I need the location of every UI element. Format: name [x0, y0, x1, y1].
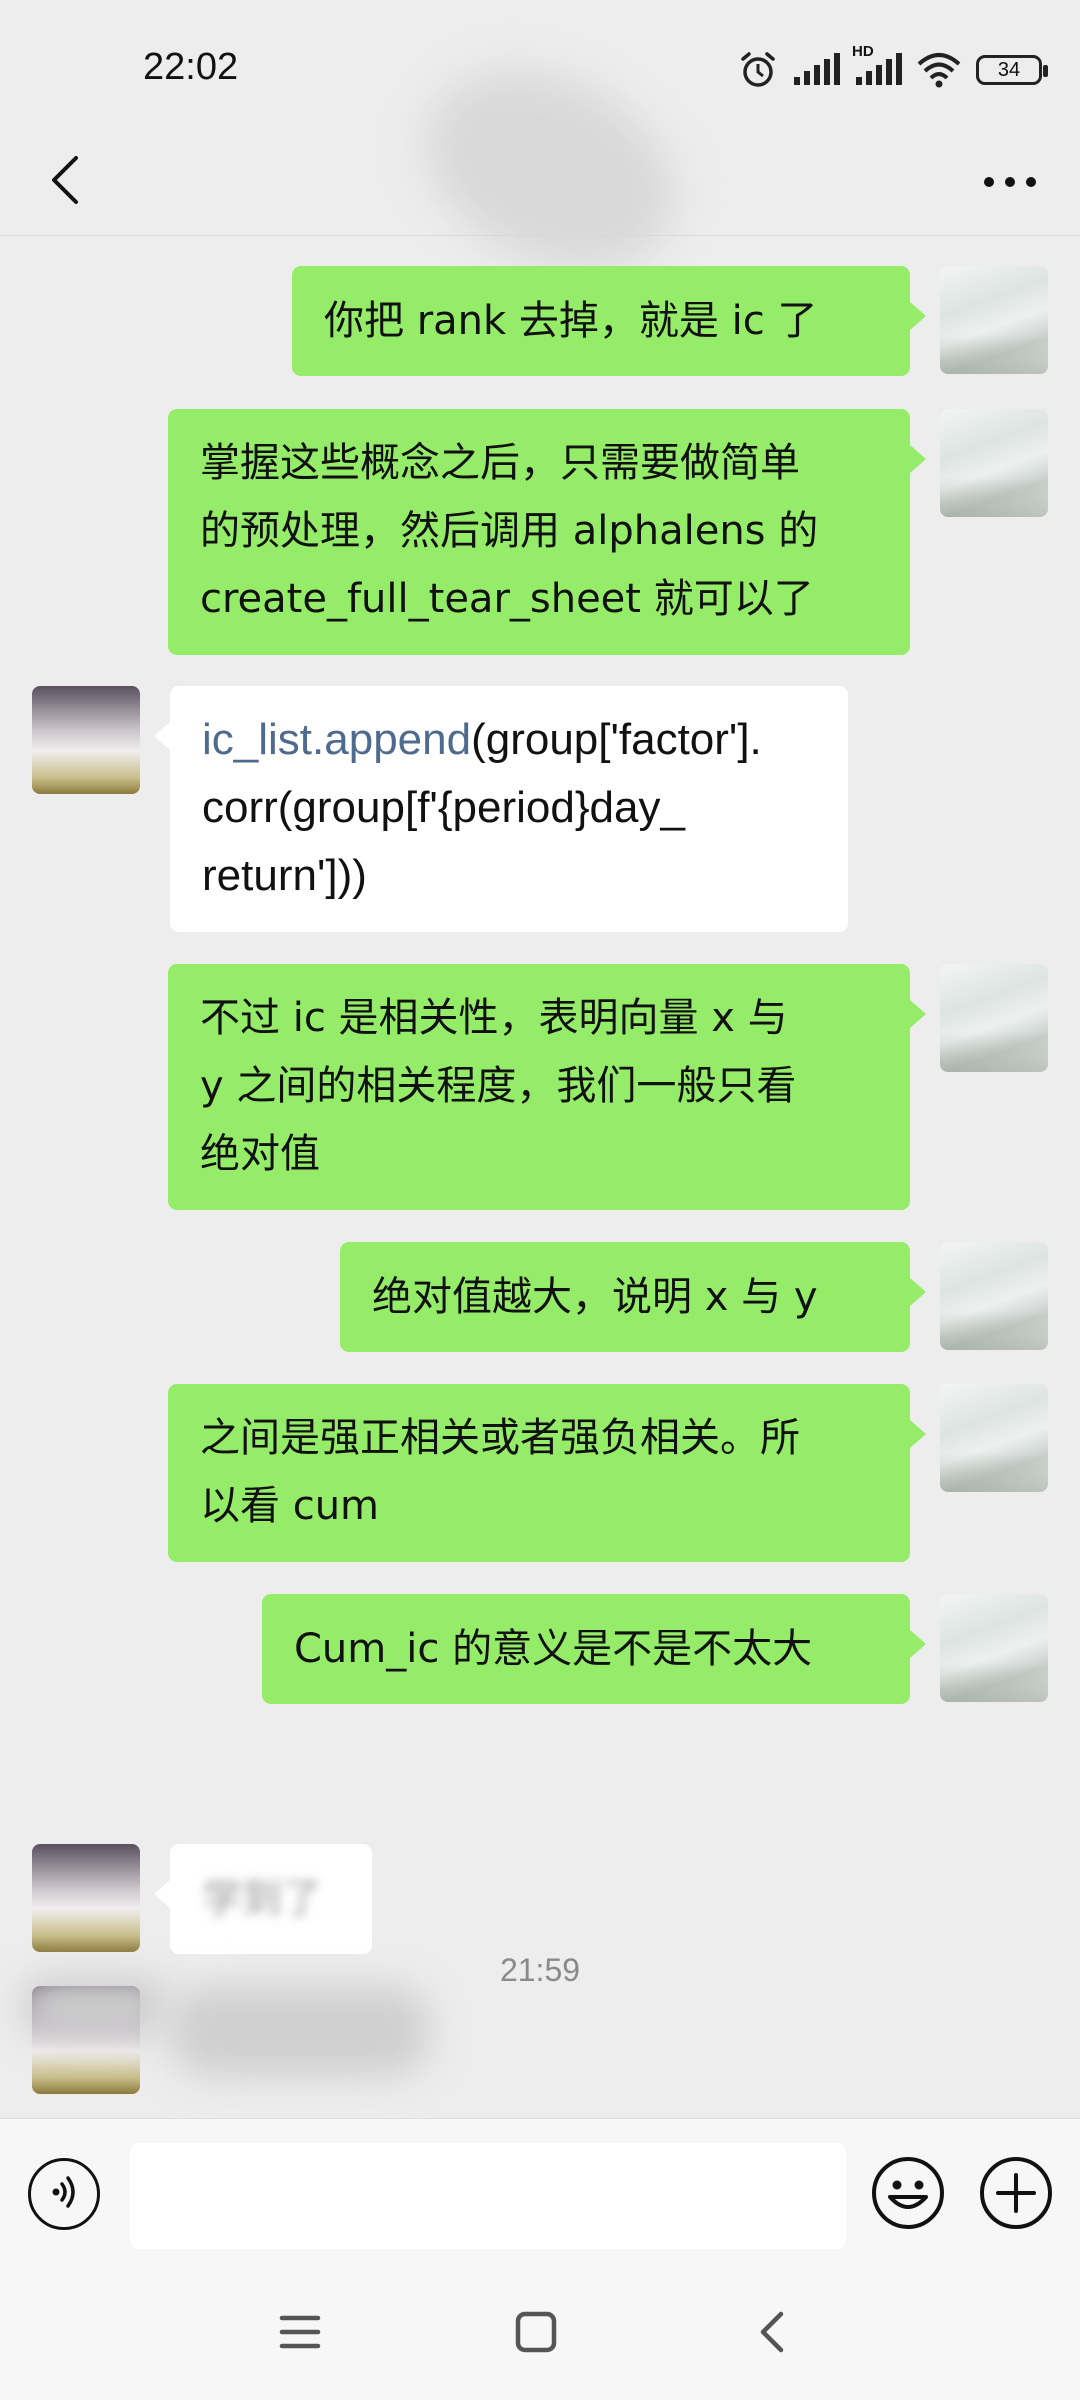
message-text: 学到了 — [202, 1876, 322, 1922]
message-bubble[interactable]: 学到了 — [154, 1844, 372, 1954]
message-bubble[interactable]: Cum_ic 的意义是不是不太大 — [262, 1594, 926, 1704]
voice-button[interactable] — [28, 2158, 100, 2230]
home-button[interactable] — [504, 2302, 568, 2366]
back-icon — [757, 2308, 787, 2360]
network-label: HD — [852, 43, 874, 60]
message-line: y 之间的相关程度，我们一般只看 — [200, 1063, 797, 1109]
emoji-button[interactable] — [870, 2155, 946, 2231]
my-avatar[interactable] — [940, 1384, 1048, 1492]
message-line: 的预处理，然后调用 alphalens 的 — [200, 508, 819, 554]
my-avatar[interactable] — [940, 964, 1048, 1072]
menu-icon — [278, 2312, 322, 2356]
system-back-button[interactable] — [740, 2302, 804, 2366]
code-line-2: corr(group[f'{period}day_ — [202, 783, 685, 832]
chat-header — [0, 33, 1080, 307]
message-input[interactable] — [130, 2143, 846, 2249]
blurred-content — [20, 1976, 170, 2036]
signal-hd-icon: HD — [852, 43, 902, 87]
my-avatar[interactable] — [940, 266, 1048, 374]
my-avatar[interactable] — [940, 1594, 1048, 1702]
voice-icon — [44, 2172, 84, 2216]
contact-avatar[interactable] — [32, 686, 140, 794]
message-line: create_full_tear_sheet 就可以了 — [200, 576, 814, 622]
message-bubble[interactable]: 绝对值越大，说明 x 与 y — [340, 1242, 926, 1352]
code-text: (group['factor']. — [471, 715, 762, 764]
battery-level: 34 — [997, 58, 1021, 81]
back-button[interactable] — [30, 142, 100, 222]
chat-message-list[interactable]: 你把 rank 去掉，就是 ic 了 掌握这些概念之后，只需要做简单 的预处理，… — [0, 236, 1080, 2116]
message-text: 绝对值越大，说明 x 与 y — [372, 1274, 818, 1320]
message-timestamp: 21:59 — [499, 1952, 581, 1988]
code-line-3: return'])) — [202, 851, 367, 900]
status-time: 22:02 — [143, 46, 239, 88]
emoji-icon — [870, 2157, 946, 2235]
message-bubble[interactable]: 你把 rank 去掉，就是 ic 了 — [292, 266, 926, 376]
message-bubble[interactable]: 掌握这些概念之后，只需要做简单 的预处理，然后调用 alphalens 的 cr… — [168, 409, 926, 655]
message-text: Cum_ic 的意义是不是不太大 — [294, 1626, 813, 1672]
my-avatar[interactable] — [940, 1242, 1048, 1350]
plus-icon — [978, 2157, 1054, 2235]
message-bubble[interactable]: 不过 ic 是相关性，表明向量 x 与 y 之间的相关程度，我们一般只看 绝对值 — [168, 964, 926, 1210]
message-line: 绝对值 — [200, 1131, 320, 1177]
code-function: ic_list.append — [202, 715, 472, 764]
alarm-icon — [738, 50, 778, 90]
system-nav-bar — [0, 2266, 1080, 2400]
message-line: 之间是强正相关或者强负相关。所 — [200, 1415, 800, 1461]
more-dots-icon — [983, 173, 1037, 192]
battery-indicator: 34 — [976, 55, 1048, 85]
signal-icon — [792, 53, 840, 87]
more-options-button[interactable] — [970, 142, 1050, 222]
more-functions-button[interactable] — [978, 2155, 1054, 2231]
code-line-1: ic_list.append(group['factor']. — [202, 706, 816, 774]
message-bubble[interactable]: 之间是强正相关或者强负相关。所 以看 cum — [168, 1384, 926, 1562]
message-line: 不过 ic 是相关性，表明向量 x 与 — [200, 995, 788, 1041]
my-avatar[interactable] — [940, 409, 1048, 517]
message-text: 你把 rank 去掉，就是 ic 了 — [324, 298, 818, 344]
blurred-content — [170, 1986, 430, 2076]
chevron-left-icon — [48, 154, 82, 210]
message-line: 以看 cum — [200, 1483, 380, 1529]
wifi-icon — [916, 52, 962, 88]
menu-button[interactable] — [268, 2302, 332, 2366]
message-bubble-code[interactable]: ic_list.append(group['factor']. corr(gro… — [154, 686, 848, 932]
input-bar — [0, 2118, 1080, 2267]
contact-avatar[interactable] — [32, 1844, 140, 1952]
message-line: 掌握这些概念之后，只需要做简单 — [200, 440, 800, 486]
status-icons: HD 34 — [738, 43, 1048, 94]
home-icon — [514, 2310, 558, 2358]
